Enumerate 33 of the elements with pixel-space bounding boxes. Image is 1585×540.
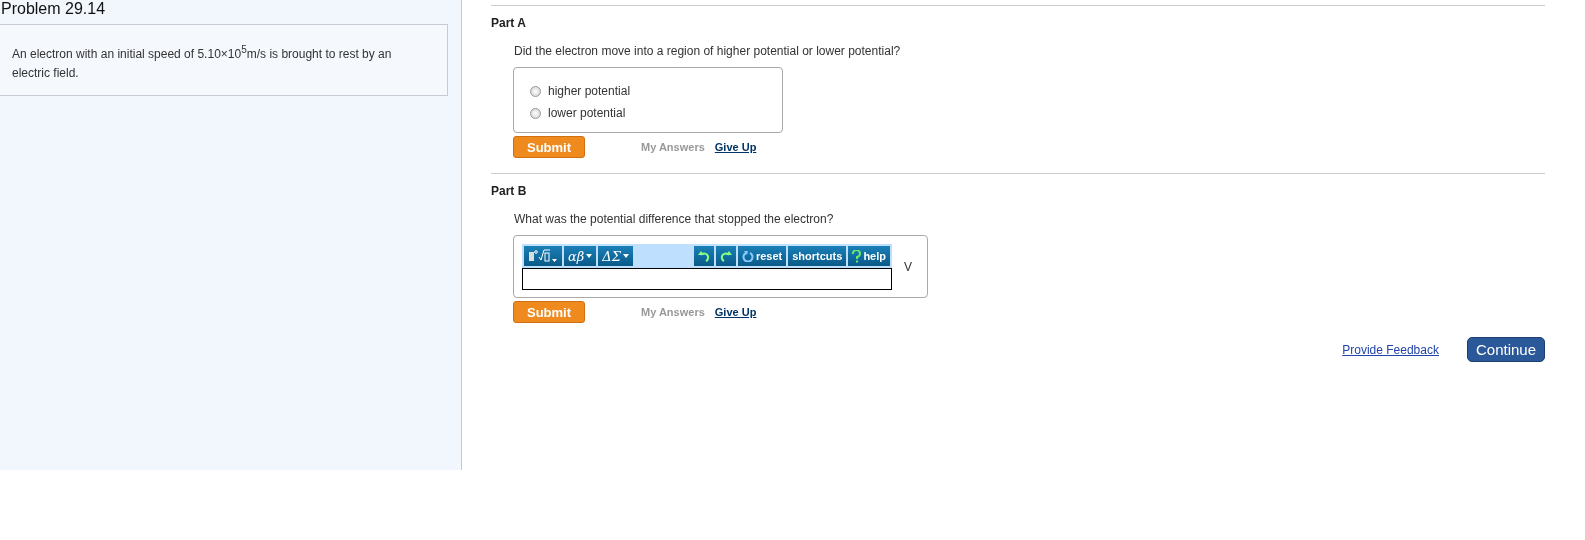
problem-title: Problem 29.14 [0,0,107,18]
my-answers-link[interactable]: My Answers [641,141,705,153]
reset-button[interactable]: reset [737,246,787,266]
give-up-link[interactable]: Give Up [714,141,757,153]
part-title: Part B [491,184,527,198]
reset-icon [741,250,754,262]
template-button[interactable] [524,246,562,266]
continue-button[interactable]: Continue [1466,337,1545,362]
unit-label: V [904,260,912,274]
question-text: Did the electron move into a region of higher potential or lower potential? [514,44,901,58]
caret-icon [622,254,629,258]
option-label: lower potential [548,106,626,120]
undo-button[interactable] [693,246,714,266]
my-answers-link[interactable]: My Answers [641,306,705,318]
help-button[interactable]: help [848,246,890,266]
caret-icon [586,254,593,258]
answer-field[interactable] [522,268,892,290]
redo-button[interactable] [715,246,736,266]
problem-statement: An electron with an initial speed of 5.10×10$^{5}$m/s is brought to rest by an electric field. [0,24,448,96]
feedback-link[interactable]: Provide Feedback [1342,342,1439,357]
symbols-button[interactable]: ΔΣ [598,246,633,266]
radio-button[interactable] [530,107,541,119]
option-label: higher potential [548,84,631,98]
radio-button[interactable] [530,85,541,97]
redo-icon [719,250,732,262]
give-up-link[interactable]: Give Up [714,306,757,318]
undo-icon [697,250,710,262]
template-icon [528,249,558,263]
shortcuts-button[interactable]: shortcuts [788,246,847,266]
question-text: What was the potential difference that stopped the electron? [514,212,834,226]
part-title: Part A [491,16,526,30]
help-icon [852,249,862,263]
greek-button[interactable]: αβ [564,246,597,266]
